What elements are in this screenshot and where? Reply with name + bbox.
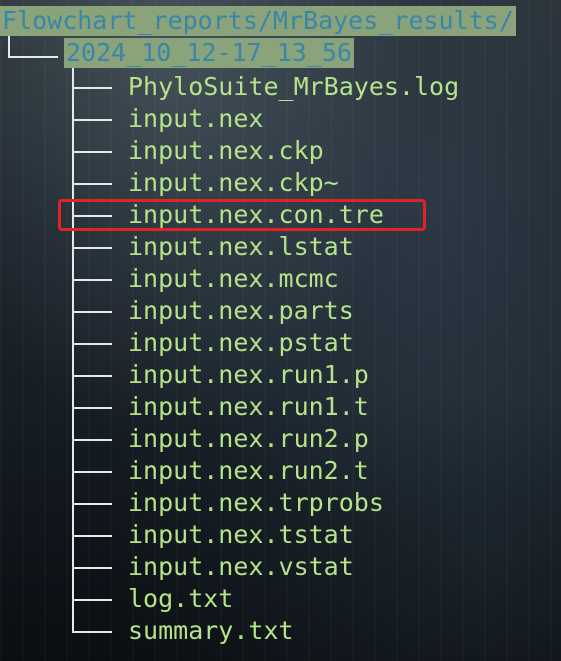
tree-branch bbox=[72, 247, 112, 249]
tree-branch bbox=[72, 183, 112, 185]
file-item[interactable]: log.txt bbox=[128, 584, 233, 614]
file-item[interactable]: input.nex.run1.t bbox=[128, 392, 369, 422]
file-item[interactable]: input.nex.trprobs bbox=[128, 488, 384, 518]
file-item[interactable]: input.nex.tstat bbox=[128, 520, 354, 550]
tree-branch bbox=[72, 407, 112, 409]
tree-branch bbox=[72, 439, 112, 441]
root-path[interactable]: Flowchart_reports/MrBayes_results/ bbox=[0, 6, 516, 36]
file-item[interactable]: input.nex.lstat bbox=[128, 232, 354, 262]
tree-branch bbox=[72, 311, 112, 313]
tree-branch bbox=[72, 343, 112, 345]
file-item[interactable]: input.nex.run1.p bbox=[128, 360, 369, 390]
tree-branch bbox=[72, 631, 112, 633]
file-item[interactable]: input.nex.ckp~ bbox=[128, 168, 339, 198]
tree-branch bbox=[72, 151, 112, 153]
tree-branch bbox=[72, 375, 112, 377]
results-folder[interactable]: 2024_10_12-17_13_56 bbox=[64, 38, 354, 68]
tree-branch bbox=[72, 279, 112, 281]
file-item[interactable]: input.nex.mcmc bbox=[128, 264, 339, 294]
file-item[interactable]: input.nex bbox=[128, 104, 263, 134]
file-item[interactable]: input.nex.pstat bbox=[128, 328, 354, 358]
file-item[interactable]: input.nex.run2.t bbox=[128, 456, 369, 486]
tree-branch bbox=[72, 87, 112, 89]
directory-tree: Flowchart_reports/MrBayes_results/ 2024_… bbox=[0, 0, 561, 661]
file-item[interactable]: input.nex.parts bbox=[128, 296, 354, 326]
file-item[interactable]: input.nex.vstat bbox=[128, 552, 354, 582]
tree-branch bbox=[72, 119, 112, 121]
file-item[interactable]: input.nex.run2.p bbox=[128, 424, 369, 454]
tree-branch bbox=[72, 567, 112, 569]
highlight-box bbox=[58, 199, 426, 231]
tree-branch bbox=[72, 599, 112, 601]
tree-branch bbox=[72, 471, 112, 473]
tree-branch bbox=[72, 503, 112, 505]
file-item[interactable]: summary.txt bbox=[128, 616, 294, 646]
tree-connector-root bbox=[8, 36, 10, 58]
file-item[interactable]: PhyloSuite_MrBayes.log bbox=[128, 72, 459, 102]
tree-branch bbox=[72, 535, 112, 537]
file-item[interactable]: input.nex.ckp bbox=[128, 136, 324, 166]
tree-branch-root bbox=[8, 56, 58, 58]
